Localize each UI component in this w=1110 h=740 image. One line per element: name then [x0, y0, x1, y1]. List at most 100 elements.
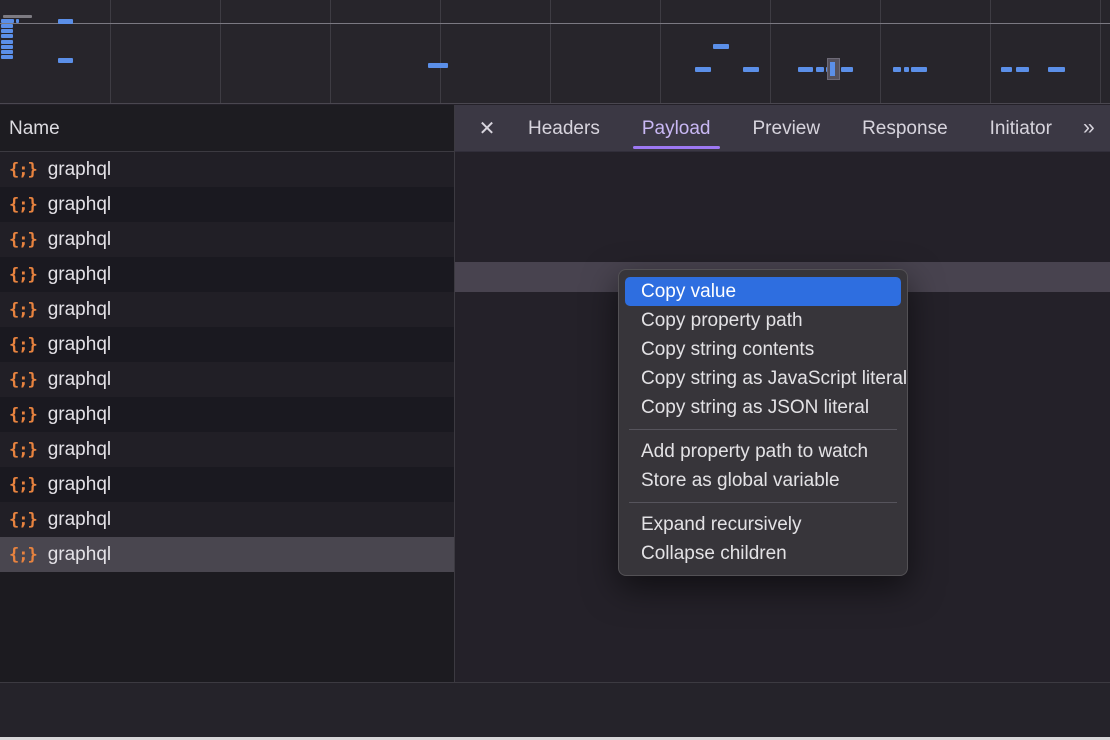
- json-request-icon: {;}: [9, 265, 37, 285]
- timeline-gridline: [330, 0, 331, 103]
- request-name: graphql: [48, 194, 111, 216]
- waterfall-bar: [428, 63, 448, 68]
- timeline-gridline: [1100, 0, 1101, 103]
- timeline-gridline: [220, 0, 221, 103]
- waterfall-bar: [16, 19, 19, 23]
- waterfall-bar: [911, 67, 927, 72]
- request-name: graphql: [48, 439, 111, 461]
- tab-payload[interactable]: Payload: [627, 105, 726, 152]
- json-request-icon: {;}: [9, 160, 37, 180]
- json-request-icon: {;}: [9, 475, 37, 495]
- request-name: graphql: [48, 159, 111, 181]
- request-row[interactable]: {;} graphql: [0, 467, 454, 502]
- waterfall-bar: [816, 67, 824, 72]
- request-payload-section: ▼ Request Payload view source: [455, 163, 1110, 193]
- json-request-icon: {;}: [9, 230, 37, 250]
- request-row[interactable]: {;} graphql: [0, 537, 454, 572]
- selected-request-bar: [830, 62, 835, 76]
- request-name: graphql: [48, 544, 111, 566]
- tab-response[interactable]: Response: [847, 105, 963, 152]
- json-request-icon: {;}: [9, 300, 37, 320]
- request-list: {;} graphql {;} graphql {;} graphql {;} graphql…: [0, 152, 454, 572]
- request-row[interactable]: {;} graphql: [0, 292, 454, 327]
- json-request-icon: {;}: [9, 545, 37, 565]
- detail-tab-bar: ✕ Headers Payload PreviewResponse Initiator…: [455, 105, 1110, 152]
- waterfall-bar: [1016, 67, 1029, 72]
- request-row[interactable]: {;} graphql: [0, 327, 454, 362]
- waterfall-bar: [58, 58, 73, 63]
- request-name: graphql: [48, 334, 111, 356]
- close-icon[interactable]: ✕: [473, 116, 501, 141]
- payload-root-row[interactable]: ▼ {operationName: "ipFlowTimeseries", va…: [455, 202, 1110, 232]
- request-list-panel: Name {;}graphql{;}graphql{;}graphql{;}gr…: [0, 105, 454, 682]
- timeline-row-divider: [0, 23, 1110, 24]
- request-name: graphql: [48, 264, 111, 286]
- request-name: graphql: [48, 229, 111, 251]
- json-request-icon: {;}: [9, 370, 37, 390]
- tab-headers[interactable]: Headers: [513, 105, 615, 152]
- timeline-gridline: [990, 0, 991, 103]
- summary-footer: [0, 683, 1110, 737]
- json-request-icon: {;}: [9, 510, 37, 530]
- waterfall-bar: [1, 24, 13, 28]
- waterfall-bar: [3, 15, 32, 18]
- waterfall-bar: [904, 67, 909, 72]
- menu-item-copy-value[interactable]: Copy value: [625, 277, 901, 306]
- name-column-header[interactable]: Name: [0, 105, 454, 152]
- request-row[interactable]: {;} graphql: [0, 152, 454, 187]
- timeline-gridline: [110, 0, 111, 103]
- tab-preview[interactable]: Preview: [738, 105, 836, 152]
- waterfall-bar: [713, 44, 729, 49]
- waterfall-bar: [58, 19, 73, 24]
- waterfall-bar: [1, 40, 13, 44]
- menu-separator: [629, 429, 897, 430]
- timeline-gridline: [770, 0, 771, 103]
- network-overview-timeline[interactable]: [0, 0, 1110, 104]
- request-row[interactable]: {;}graphql: [0, 362, 454, 397]
- detail-tabs: Headers Payload PreviewResponse Initiator: [501, 105, 1067, 152]
- waterfall-bar: [1, 34, 13, 38]
- timeline-gridline: [660, 0, 661, 103]
- menu-item-expand-recursively[interactable]: Expand recursively: [625, 510, 901, 539]
- waterfall-bar: [1, 45, 13, 49]
- request-row[interactable]: {;} graphql: [0, 222, 454, 257]
- waterfall-bar: [1, 19, 14, 23]
- request-name: graphql: [48, 299, 111, 321]
- devtools-network-panel: Name {;}graphql{;}graphql{;}graphql{;}gr…: [0, 0, 1110, 740]
- menu-item-collapse-children[interactable]: Collapse children: [625, 539, 901, 568]
- json-request-icon: {;}: [9, 335, 37, 355]
- request-name: graphql: [48, 404, 111, 426]
- menu-item-add-property-path-to-watch[interactable]: Add property path to watch: [625, 437, 901, 466]
- menu-item-copy-property-path[interactable]: Copy property path: [625, 306, 901, 335]
- request-name: graphql: [48, 474, 111, 496]
- request-row[interactable]: {;}graphql: [0, 502, 454, 537]
- menu-item-store-as-global-variable[interactable]: Store as global variable: [625, 466, 901, 495]
- json-request-icon: {;}: [9, 195, 37, 215]
- menu-item-copy-string-contents[interactable]: Copy string contents: [625, 335, 901, 364]
- waterfall-bar: [893, 67, 901, 72]
- waterfall-bar: [1, 50, 13, 54]
- waterfall-bar: [743, 67, 759, 72]
- waterfall-bar: [1, 55, 13, 59]
- json-request-icon: {;}: [9, 405, 37, 425]
- request-row[interactable]: {;} graphql: [0, 187, 454, 222]
- request-row[interactable]: {;} graphql: [0, 432, 454, 467]
- waterfall-bar: [1, 29, 13, 33]
- request-row[interactable]: {;} graphql: [0, 257, 454, 292]
- menu-item-copy-string-as-json-literal[interactable]: Copy string as JSON literal: [625, 393, 901, 422]
- operation-name-row[interactable]: operationName: "ipFlowTimeseries": [455, 232, 1110, 262]
- json-request-icon: {;}: [9, 440, 37, 460]
- request-row[interactable]: {;} graphql: [0, 397, 454, 432]
- waterfall-bar: [798, 67, 813, 72]
- timeline-gridline: [880, 0, 881, 103]
- waterfall-bar: [841, 67, 853, 72]
- waterfall-bar: [1048, 67, 1065, 72]
- context-menu: Copy valueCopy property pathCopy string …: [618, 269, 908, 576]
- menu-separator: [629, 502, 897, 503]
- tab-initiator[interactable]: Initiator: [975, 105, 1067, 152]
- more-tabs-icon[interactable]: »: [1073, 116, 1105, 140]
- waterfall-bar: [1001, 67, 1012, 72]
- timeline-gridline: [550, 0, 551, 103]
- waterfall-bar: [695, 67, 711, 72]
- menu-item-copy-string-as-javascript-literal[interactable]: Copy string as JavaScript literal: [625, 364, 901, 393]
